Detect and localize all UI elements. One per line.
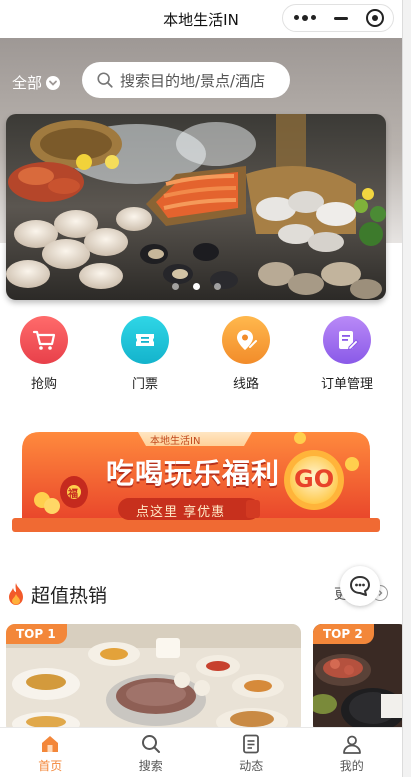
banner-carousel[interactable] (6, 114, 386, 300)
promo-banner[interactable]: 本地生活IN 吃喝玩乐福利 点这里 享优惠 GO 福 (12, 428, 380, 540)
carousel-indicators (6, 283, 386, 290)
region-selector[interactable]: 全部 (12, 72, 61, 93)
rank-badge: TOP 2 (313, 624, 374, 644)
fire-icon (9, 583, 23, 605)
rank-badge: TOP 1 (6, 624, 67, 644)
hot-section-title: 超值热销 (31, 585, 108, 607)
tab-label: 我的 (339, 759, 364, 773)
document-icon (240, 733, 262, 755)
tab-feed[interactable]: 动态 (201, 728, 302, 777)
customer-service-button[interactable] (340, 566, 380, 606)
hot-card[interactable]: TOP 1 (6, 624, 301, 729)
order-edit-icon (323, 316, 371, 364)
tab-home[interactable]: 首页 (0, 728, 101, 777)
quick-link-label: 抢购 (30, 377, 57, 392)
chat-support-icon (350, 576, 370, 596)
map-pin-icon (222, 316, 270, 364)
person-icon (341, 733, 363, 755)
more-menu-button[interactable] (287, 5, 323, 31)
three-dots-icon (294, 15, 316, 21)
tab-label: 动态 (239, 759, 264, 773)
region-label: 全部 (12, 74, 43, 92)
carousel-dot-active[interactable] (192, 283, 200, 290)
promo-headline: 吃喝玩乐福利 (106, 457, 281, 490)
quick-link-tickets[interactable]: 门票 (105, 316, 185, 392)
search-icon (97, 72, 113, 88)
menu-capsule (282, 4, 394, 32)
hot-card[interactable]: TOP 2 (313, 624, 402, 729)
tab-label: 搜索 (138, 759, 163, 773)
cart-icon (20, 316, 68, 364)
promo-cta[interactable]: 点这里 享优惠 (136, 501, 225, 520)
tab-label: 首页 (38, 759, 63, 773)
quick-link-label: 订单管理 (320, 377, 373, 392)
quick-link-flash-sale[interactable]: 抢购 (4, 316, 84, 392)
quick-link-orders[interactable]: 订单管理 (307, 316, 387, 392)
target-ring-icon (366, 9, 384, 27)
carousel-dot[interactable] (171, 283, 179, 290)
minus-icon (334, 16, 348, 20)
promo-tag: 本地生活IN (150, 436, 201, 447)
title-bar: 本地生活IN (0, 0, 402, 38)
minimize-button[interactable] (323, 5, 359, 31)
home-icon (39, 733, 61, 755)
quick-link-routes[interactable]: 线路 (206, 316, 286, 392)
quick-link-label: 线路 (232, 377, 259, 392)
close-button[interactable] (357, 5, 393, 31)
background-page-edge (402, 0, 411, 777)
search-placeholder: 搜索目的地/景点/酒店 (120, 71, 266, 90)
bottom-tab-bar: 首页 搜索 动态 我的 (0, 727, 402, 777)
mini-program-page: 本地生活IN 全部 搜索目的地/景点/酒店 抢购 门票 线路 订单管理 本地生活… (0, 0, 402, 777)
chevron-down-icon (46, 75, 61, 90)
go-badge: GO (294, 465, 335, 493)
tab-profile[interactable]: 我的 (302, 728, 403, 777)
carousel-dot[interactable] (213, 283, 221, 290)
hot-cards-row: TOP 1 TOP 2 (0, 624, 402, 729)
lucky-bag-icon: 福 (68, 489, 78, 500)
search-icon (140, 733, 162, 755)
quick-link-label: 门票 (131, 377, 158, 392)
search-input[interactable]: 搜索目的地/景点/酒店 (82, 62, 290, 98)
ticket-icon (121, 316, 169, 364)
quick-links: 抢购 门票 线路 订单管理 (0, 316, 402, 396)
seafood-buffet-image (6, 114, 386, 300)
tab-search[interactable]: 搜索 (101, 728, 202, 777)
